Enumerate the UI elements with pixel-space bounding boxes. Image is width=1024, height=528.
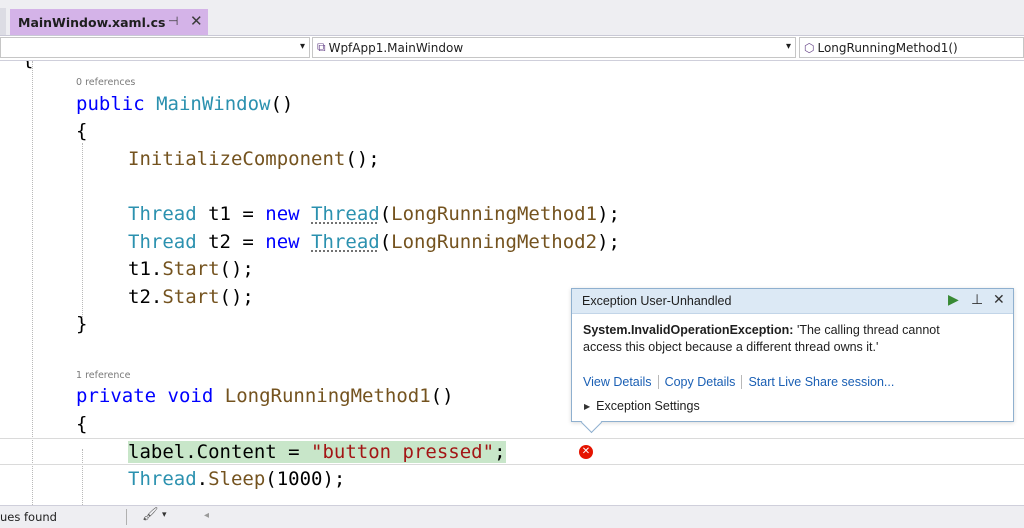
- exception-helper: Exception User-Unhandled ▶ ⊥ ✕ System.In…: [571, 288, 1014, 434]
- code-line: private void LongRunningMethod1(): [76, 385, 454, 407]
- issues-status[interactable]: ues found: [0, 510, 57, 524]
- view-details-link[interactable]: View Details: [583, 375, 652, 389]
- tab-strip-edge: [0, 8, 6, 35]
- chevron-down-icon[interactable]: ▾: [162, 510, 167, 520]
- code-editor[interactable]: { 0 references public MainWindow() { Ini…: [0, 61, 1024, 505]
- navigation-bar: ▾ ⧉ WpfApp1.MainWindow ▾ ⬡ LongRunningMe…: [0, 36, 1024, 61]
- class-icon: ⧉: [317, 40, 326, 54]
- tab-mainwindow-xaml-cs[interactable]: MainWindow.xaml.cs ⊣ ✕: [10, 9, 208, 35]
- codelens-references[interactable]: 1 reference: [76, 370, 130, 381]
- code-line: {: [76, 120, 88, 142]
- copy-details-link[interactable]: Copy Details: [665, 375, 736, 389]
- code-line: {: [22, 61, 33, 71]
- exception-settings-expander[interactable]: ▶ Exception Settings: [584, 399, 700, 413]
- pin-icon[interactable]: ⊥: [971, 292, 983, 308]
- exception-header: Exception User-Unhandled ▶ ⊥ ✕: [572, 289, 1013, 314]
- code-line: InitializeComponent();: [128, 148, 380, 170]
- status-separator: [126, 509, 127, 525]
- scroll-left-icon[interactable]: ◂: [204, 510, 209, 521]
- member-dropdown[interactable]: ⬡ LongRunningMethod1(): [799, 37, 1024, 58]
- chevron-down-icon: ▾: [785, 41, 791, 52]
- code-line: {: [76, 413, 88, 435]
- exception-links: View Details Copy Details Start Live Sha…: [583, 375, 894, 389]
- exception-message-line2: access this object because a different t…: [583, 340, 879, 354]
- document-tab-strip: MainWindow.xaml.cs ⊣ ✕: [0, 0, 1024, 36]
- code-line: public MainWindow(): [76, 93, 294, 115]
- type-dropdown[interactable]: ⧉ WpfApp1.MainWindow ▾: [312, 37, 796, 58]
- exception-settings-label: Exception Settings: [596, 399, 700, 413]
- method-icon: ⬡: [804, 40, 815, 55]
- code-cleanup-icon[interactable]: 🖌: [142, 507, 159, 522]
- code-line: Thread t1 = new Thread(LongRunningMethod…: [128, 203, 620, 225]
- link-separator: [741, 375, 743, 389]
- close-icon[interactable]: ✕: [993, 292, 1005, 308]
- current-statement: label.Content = "button pressed";: [128, 441, 506, 463]
- member-dropdown-value: LongRunningMethod1(): [817, 40, 958, 55]
- code-line: }: [76, 313, 88, 335]
- exception-message-line1: 'The calling thread cannot: [793, 323, 940, 337]
- code-line: Thread t2 = new Thread(LongRunningMethod…: [128, 231, 620, 253]
- code-line: t1.Start();: [128, 258, 254, 280]
- type-dropdown-value: WpfApp1.MainWindow: [328, 40, 464, 55]
- link-separator: [657, 375, 659, 389]
- pin-icon[interactable]: ⊣: [168, 14, 178, 28]
- tab-title: MainWindow.xaml.cs: [18, 14, 166, 30]
- editor-status-bar: ues found 🖌 ▾ ◂: [0, 505, 1024, 528]
- error-icon[interactable]: ✕: [579, 445, 593, 459]
- code-line: Thread.Sleep(1000);: [128, 468, 346, 490]
- exception-title: Exception User-Unhandled: [582, 294, 732, 308]
- codelens-references[interactable]: 0 references: [76, 77, 135, 88]
- live-share-link[interactable]: Start Live Share session...: [748, 375, 894, 389]
- code-line: t2.Start();: [128, 286, 254, 308]
- project-dropdown[interactable]: ▾: [0, 37, 310, 58]
- indent-guide: [82, 143, 83, 317]
- close-tab-icon[interactable]: ✕: [190, 12, 203, 30]
- chevron-down-icon: ▾: [299, 41, 305, 52]
- exception-message: System.InvalidOperationException: 'The c…: [572, 314, 1013, 356]
- exception-type: System.InvalidOperationException:: [583, 323, 794, 337]
- continue-icon[interactable]: ▶: [948, 292, 959, 308]
- expand-triangle-icon: ▶: [584, 401, 591, 411]
